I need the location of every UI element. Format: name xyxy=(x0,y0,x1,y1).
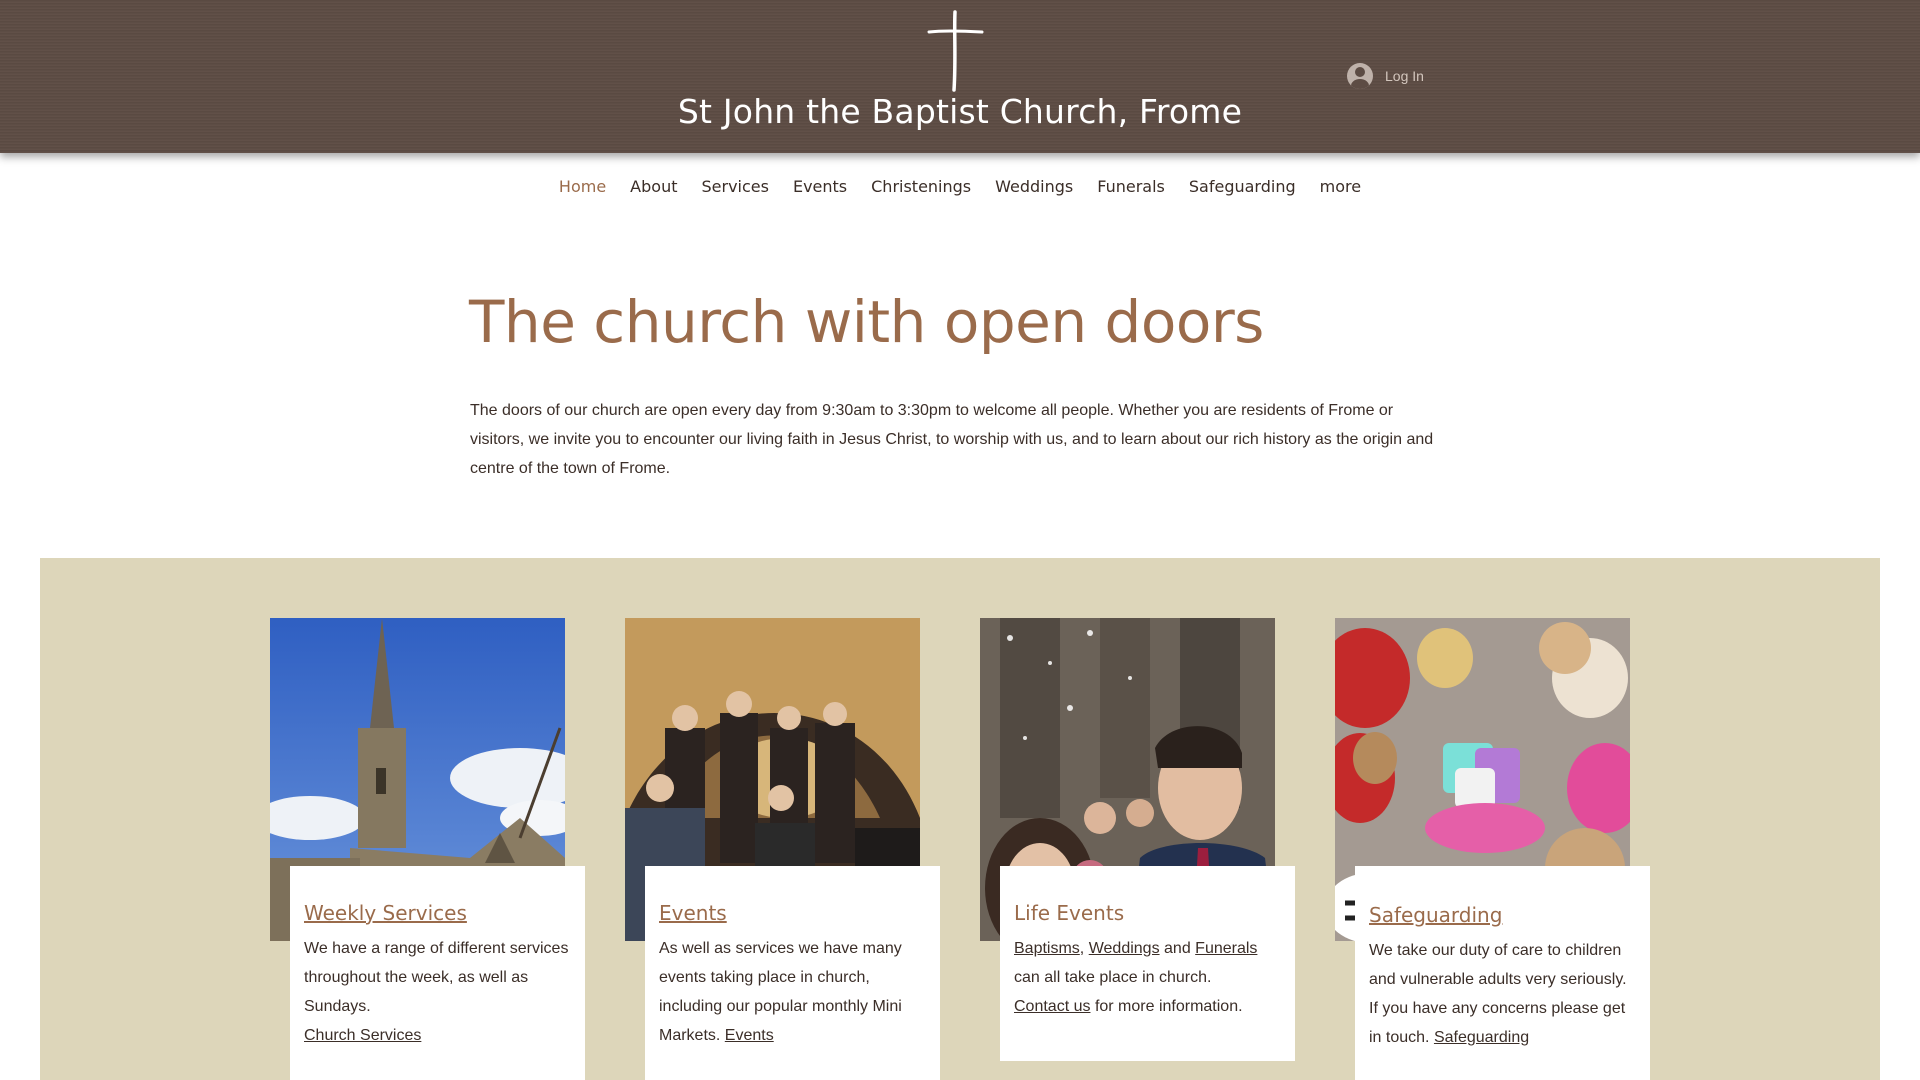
card-life-events: Life Events Baptisms, Weddings and Funer… xyxy=(1000,866,1295,1061)
login-button[interactable]: Log In xyxy=(1347,63,1424,89)
card-body-text: As well as services we have many events … xyxy=(659,940,902,1044)
site-header: St John the Baptist Church, Frome Log In xyxy=(0,0,1920,153)
card-safeguarding: Safeguarding We take our duty of care to… xyxy=(1355,866,1650,1080)
and-word: and xyxy=(1164,940,1191,957)
card-text: We have a range of different services th… xyxy=(304,934,571,1050)
card-events: Events As well as services we have many … xyxy=(645,866,940,1080)
site-title[interactable]: St John the Baptist Church, Frome xyxy=(0,92,1920,131)
funerals-link[interactable]: Funerals xyxy=(1195,940,1257,957)
nav-item-events[interactable]: Events xyxy=(781,177,859,196)
card-title-life-events: Life Events xyxy=(1014,901,1125,925)
weddings-link[interactable]: Weddings xyxy=(1089,940,1160,957)
hero-title: The church with open doors xyxy=(469,288,1264,356)
comma-separator: , xyxy=(1079,940,1085,957)
safeguarding-link[interactable]: Safeguarding xyxy=(1434,1029,1529,1046)
card-text: Baptisms, Weddings and Funerals can all … xyxy=(1014,934,1281,1021)
avatar-icon xyxy=(1347,63,1373,89)
card-text: We take our duty of care to children and… xyxy=(1369,936,1636,1052)
baptisms-link[interactable]: Baptisms xyxy=(1014,940,1080,957)
church-services-link[interactable]: Church Services xyxy=(304,1027,421,1044)
nav-item-about[interactable]: About xyxy=(618,177,689,196)
nav-item-funerals[interactable]: Funerals xyxy=(1085,177,1177,196)
card-title-events[interactable]: Events xyxy=(659,900,926,926)
events-link[interactable]: Events xyxy=(725,1027,774,1044)
cross-icon xyxy=(927,10,984,92)
nav-item-weddings[interactable]: Weddings xyxy=(983,177,1085,196)
card-text: As well as services we have many events … xyxy=(659,934,926,1050)
card-body-text: We have a range of different services th… xyxy=(304,940,569,1015)
login-label: Log In xyxy=(1385,68,1424,84)
nav-item-services[interactable]: Services xyxy=(689,177,780,196)
contact-us-link[interactable]: Contact us xyxy=(1014,998,1090,1015)
nav-item-safeguarding[interactable]: Safeguarding xyxy=(1177,177,1308,196)
card-title-weekly-services[interactable]: Weekly Services xyxy=(304,900,571,926)
hero-text: The doors of our church are open every d… xyxy=(470,402,1434,477)
card-body-text: can all take place in church. xyxy=(1014,969,1212,986)
main-nav: Home About Services Events Christenings … xyxy=(0,177,1920,196)
card-weekly-services: Weekly Services We have a range of diffe… xyxy=(290,866,585,1080)
nav-item-christenings[interactable]: Christenings xyxy=(859,177,983,196)
nav-item-home[interactable]: Home xyxy=(547,177,618,196)
card-title-safeguarding[interactable]: Safeguarding xyxy=(1369,902,1636,928)
card-body-text: for more information. xyxy=(1094,998,1243,1015)
nav-item-more[interactable]: more xyxy=(1308,177,1373,196)
